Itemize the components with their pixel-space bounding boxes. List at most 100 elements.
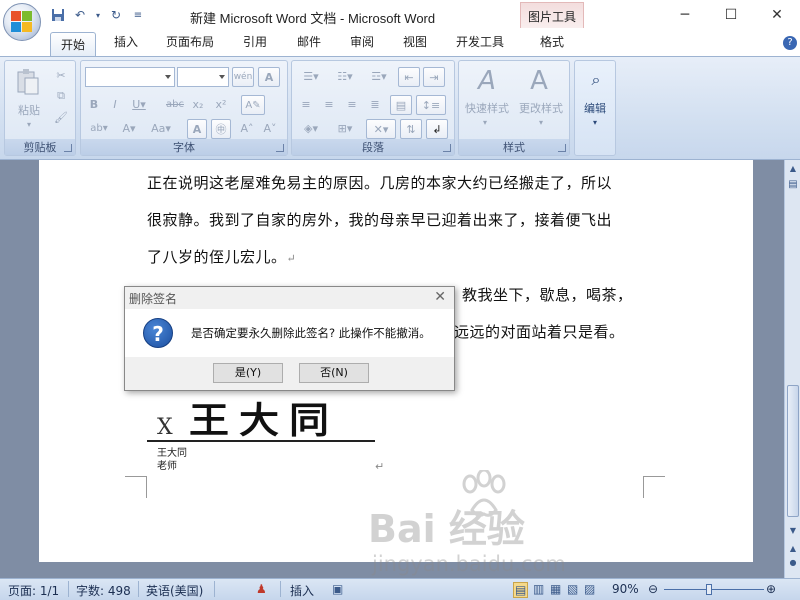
paste-label[interactable]: 粘贴 xyxy=(15,103,43,117)
browse-object-icon[interactable]: ● xyxy=(786,556,800,570)
styles-launcher-icon[interactable] xyxy=(558,144,566,152)
signature-image[interactable]: 王大同 xyxy=(189,391,339,443)
dialog-close-icon[interactable]: ✕ xyxy=(434,289,446,305)
signature-status-icon[interactable]: ▣ xyxy=(332,582,343,596)
no-button[interactable]: 否(N) xyxy=(299,363,369,383)
tab-developer[interactable]: 开发工具 xyxy=(456,33,504,50)
text-highlight-icon[interactable]: ab▾ xyxy=(85,119,113,137)
full-screen-reading-icon[interactable]: ▥ xyxy=(533,582,544,596)
format-painter-icon[interactable]: 🖌 xyxy=(53,109,69,125)
dialog-title: 删除签名 xyxy=(129,292,178,306)
zoom-slider-thumb[interactable] xyxy=(706,584,712,595)
font-launcher-icon[interactable] xyxy=(276,144,284,152)
status-insert-mode[interactable]: 插入 xyxy=(290,582,314,599)
paragraph-launcher-icon[interactable] xyxy=(443,144,451,152)
bold-icon[interactable]: B xyxy=(85,95,103,113)
quick-styles-icon[interactable]: A xyxy=(469,65,505,97)
justify-icon[interactable]: ≣ xyxy=(365,95,385,113)
character-border-icon[interactable]: A xyxy=(258,67,280,87)
paste-dropdown-icon[interactable]: ▾ xyxy=(23,119,35,129)
zoom-level[interactable]: 90% xyxy=(612,582,639,596)
redo-icon[interactable]: ↻ xyxy=(108,7,124,23)
quick-styles-label[interactable]: 快速样式 xyxy=(461,101,513,115)
font-color-icon[interactable]: A▾ xyxy=(117,119,141,137)
tab-mailings[interactable]: 邮件 xyxy=(297,33,321,50)
paste-icon[interactable] xyxy=(13,67,43,97)
save-icon[interactable] xyxy=(50,7,66,23)
character-shading-icon[interactable]: A xyxy=(187,119,207,139)
line-spacing-icon[interactable]: ↕≡ xyxy=(416,95,446,115)
scroll-down-icon[interactable]: ▼ xyxy=(786,524,800,538)
zoom-out-icon[interactable]: ⊖ xyxy=(648,582,658,596)
numbering-icon[interactable]: ☷▾ xyxy=(330,67,360,85)
editing-dropdown-icon[interactable]: ▾ xyxy=(589,117,601,127)
chinese-layout-icon[interactable]: ✕▾ xyxy=(366,119,396,139)
status-language[interactable]: 英语(美国) xyxy=(146,582,203,599)
vertical-scrollbar[interactable]: ▲ ▤ ▼ ▲ ● xyxy=(784,160,800,578)
print-layout-view-icon[interactable]: ▤ xyxy=(513,582,529,598)
status-page[interactable]: 页面: 1/1 xyxy=(8,582,59,599)
ruler-toggle-icon[interactable]: ▤ xyxy=(786,178,800,192)
strikethrough-icon[interactable]: abc xyxy=(164,95,186,113)
change-styles-dropdown-icon[interactable]: ▾ xyxy=(535,117,547,127)
scrollbar-thumb[interactable] xyxy=(787,385,799,517)
minimize-button[interactable]: ─ xyxy=(662,0,708,30)
editing-label[interactable]: 编辑 xyxy=(577,101,613,115)
enclose-characters-icon[interactable]: ㊥ xyxy=(211,119,231,139)
shading-icon[interactable]: ◈▾ xyxy=(296,119,326,137)
show-hide-marks-icon[interactable]: ↲ xyxy=(426,119,448,139)
undo-icon[interactable]: ↶ xyxy=(72,7,88,23)
quick-styles-dropdown-icon[interactable]: ▾ xyxy=(479,117,491,127)
borders-icon[interactable]: ⊞▾ xyxy=(330,119,360,137)
cut-icon[interactable]: ✂ xyxy=(53,67,69,83)
shrink-font-icon[interactable]: A˅ xyxy=(260,119,280,137)
bullets-icon[interactable]: ☰▾ xyxy=(296,67,326,85)
font-name-combo[interactable] xyxy=(85,67,175,87)
tab-references[interactable]: 引用 xyxy=(243,33,267,50)
change-case-icon[interactable]: Aa▾ xyxy=(147,119,175,137)
macro-recording-icon[interactable]: ♟ xyxy=(256,582,267,596)
customize-toolbar-icon[interactable]: ≡ xyxy=(130,7,146,23)
copy-icon[interactable]: ⧉ xyxy=(53,88,69,104)
font-size-combo[interactable] xyxy=(177,67,229,87)
web-layout-icon[interactable]: ▦ xyxy=(550,582,561,596)
zoom-in-icon[interactable]: ⊕ xyxy=(766,582,776,596)
subscript-icon[interactable]: x₂ xyxy=(189,95,207,113)
align-left-icon[interactable]: ≡ xyxy=(296,95,316,113)
maximize-button[interactable]: ☐ xyxy=(708,0,754,30)
superscript-icon[interactable]: x² xyxy=(212,95,230,113)
tab-home[interactable]: 开始 xyxy=(50,32,96,56)
increase-indent-icon[interactable]: ⇥ xyxy=(423,67,445,87)
sort-icon[interactable]: ⇅ xyxy=(400,119,422,139)
multilevel-list-icon[interactable]: ☲▾ xyxy=(364,67,394,85)
help-icon[interactable]: ? xyxy=(783,36,797,50)
clear-formatting-icon[interactable]: A✎ xyxy=(241,95,265,115)
tab-page-layout[interactable]: 页面布局 xyxy=(166,33,214,50)
yes-button[interactable]: 是(Y) xyxy=(213,363,283,383)
zoom-slider-track[interactable] xyxy=(664,589,764,590)
office-button[interactable] xyxy=(3,3,41,41)
underline-icon[interactable]: U▾ xyxy=(127,95,151,113)
italic-icon[interactable]: I xyxy=(106,95,124,113)
phonetic-guide-icon[interactable]: wén xyxy=(232,67,254,87)
clipboard-launcher-icon[interactable] xyxy=(64,144,72,152)
change-styles-icon[interactable]: A xyxy=(521,65,557,97)
undo-dropdown-icon[interactable]: ▾ xyxy=(94,7,102,23)
binoculars-icon[interactable]: ⌕ xyxy=(583,67,609,93)
draft-view-icon[interactable]: ▨ xyxy=(584,582,595,596)
tab-review[interactable]: 审阅 xyxy=(350,33,374,50)
align-right-icon[interactable]: ≡ xyxy=(342,95,362,113)
close-button[interactable]: ✕ xyxy=(754,0,800,30)
tab-format[interactable]: 格式 xyxy=(540,33,564,50)
grow-font-icon[interactable]: A˄ xyxy=(237,119,257,137)
tab-insert[interactable]: 插入 xyxy=(114,33,138,50)
change-styles-label[interactable]: 更改样式 xyxy=(515,101,567,115)
tab-view[interactable]: 视图 xyxy=(403,33,427,50)
outline-view-icon[interactable]: ▧ xyxy=(567,582,578,596)
distributed-icon[interactable]: ▤ xyxy=(390,95,412,115)
previous-page-icon[interactable]: ▲ xyxy=(786,542,800,556)
status-word-count[interactable]: 字数: 498 xyxy=(76,582,131,599)
decrease-indent-icon[interactable]: ⇤ xyxy=(398,67,420,87)
align-center-icon[interactable]: ≡ xyxy=(319,95,339,113)
scroll-up-icon[interactable]: ▲ xyxy=(786,162,800,176)
